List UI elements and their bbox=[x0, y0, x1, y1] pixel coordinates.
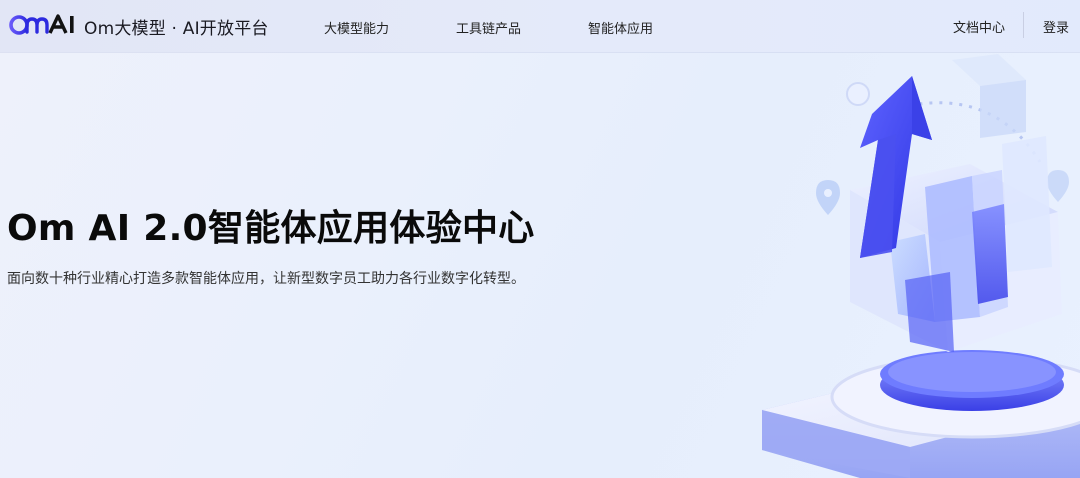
hero-title: Om AI 2.0智能体应用体验中心 bbox=[7, 208, 535, 249]
nav-item-toolchain-products[interactable]: 工具链产品 bbox=[456, 18, 521, 37]
brand-title: Om大模型 · AI开放平台 bbox=[84, 19, 269, 39]
page-root: Om大模型 · AI开放平台 大模型能力 工具链产品 智能体应用 文档中心 登录… bbox=[0, 0, 1080, 478]
omai-logo-icon bbox=[8, 13, 80, 37]
nav-divider bbox=[1023, 12, 1024, 38]
nav-item-model-capability[interactable]: 大模型能力 bbox=[324, 18, 389, 37]
growth-cube-illustration bbox=[740, 52, 1080, 478]
top-navbar: Om大模型 · AI开放平台 大模型能力 工具链产品 智能体应用 文档中心 登录 bbox=[0, 0, 1080, 52]
docs-center-link[interactable]: 文档中心 bbox=[953, 17, 1005, 36]
hero-subtitle: 面向数十种行业精心打造多款智能体应用，让新型数字员工助力各行业数字化转型。 bbox=[7, 271, 525, 287]
logo-link[interactable] bbox=[8, 13, 80, 37]
nav-item-agent-apps[interactable]: 智能体应用 bbox=[588, 18, 653, 37]
login-button[interactable]: 登录 bbox=[1043, 17, 1069, 36]
